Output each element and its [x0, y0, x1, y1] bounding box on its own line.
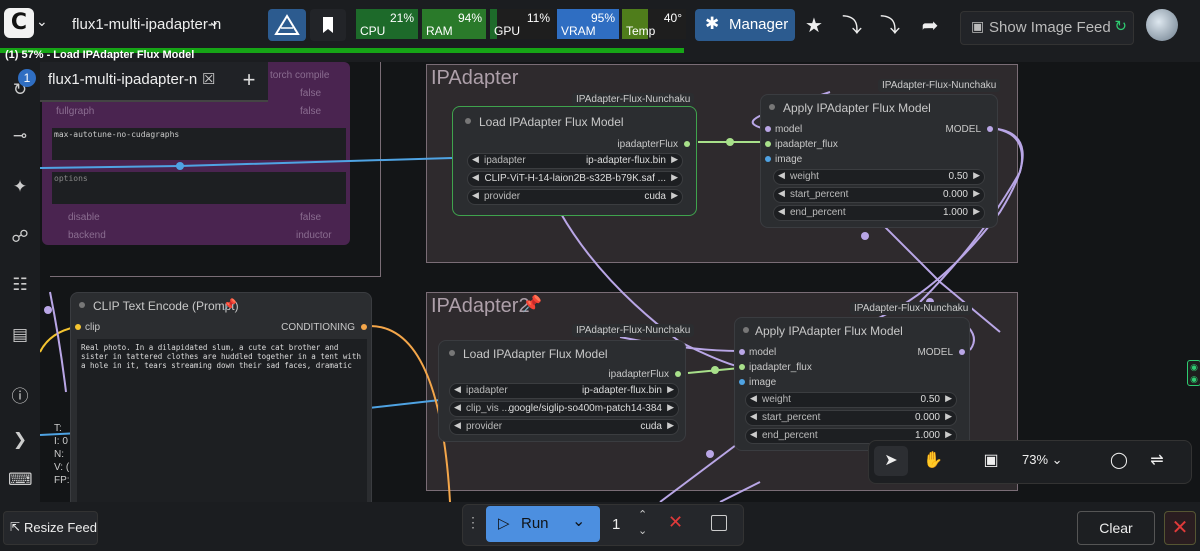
- stop-square-icon[interactable]: [711, 515, 727, 531]
- clip-input-slot[interactable]: [75, 324, 81, 330]
- workflow-title[interactable]: flux1-multi-ipadapter-n: [72, 16, 221, 33]
- provider-combo[interactable]: ◀ provider cuda ▶: [449, 419, 679, 435]
- model-output-slot[interactable]: [959, 349, 965, 355]
- clip-vision-combo[interactable]: ◀ clip_vis ... google/siglip-so400m-patch1…: [449, 401, 679, 417]
- node-collapse-dot[interactable]: [743, 327, 749, 333]
- lightbulb-icon[interactable]: ◯: [1104, 446, 1134, 476]
- link-toggle-icon[interactable]: ◉ ◉: [1187, 360, 1200, 386]
- terminal-icon[interactable]: ❯: [8, 428, 32, 452]
- gpu-meter: 11% GPU: [490, 9, 554, 39]
- image-input-slot[interactable]: [739, 379, 745, 385]
- provider-combo[interactable]: ◀ provider cuda ▶: [467, 189, 683, 205]
- ipadapter-input-slot[interactable]: [739, 364, 745, 370]
- end-percent-widget[interactable]: ◀ end_percent 1.000 ▶: [773, 205, 985, 221]
- refresh-icon: ↻: [1114, 18, 1127, 35]
- node-badge: IPAdapter-Flux-Nunchaku: [572, 93, 695, 106]
- fit-view-icon[interactable]: ▣: [974, 446, 1008, 476]
- image-input-slot[interactable]: [765, 156, 771, 162]
- start-percent-widget[interactable]: ◀ start_percent 0.000 ▶: [773, 187, 985, 203]
- hide-links-icon[interactable]: ⇌: [1142, 446, 1172, 476]
- vram-meter: 95% VRAM: [557, 9, 619, 39]
- puzzle-icon: ✱: [705, 14, 720, 33]
- comfy-logo[interactable]: C: [4, 8, 34, 38]
- node-badge: IPAdapter-Flux-Nunchaku: [850, 302, 973, 315]
- load-ipadapter-node-1[interactable]: Load IPAdapter Flux Model ipadapterFlux …: [452, 106, 697, 216]
- node-badge: IPAdapter-Flux-Nunchaku: [878, 79, 1001, 92]
- star-icon[interactable]: ★: [800, 11, 828, 39]
- cpu-meter: 21% CPU: [356, 9, 418, 39]
- node-collapse-dot[interactable]: [769, 104, 775, 110]
- avatar[interactable]: [1146, 9, 1178, 41]
- queue-icon[interactable]: ▤: [8, 323, 32, 347]
- share-icon[interactable]: ➦: [916, 11, 944, 39]
- apply-ipadapter-node-1[interactable]: Apply IPAdapter Flux Model model MODEL i…: [760, 94, 998, 228]
- keyboard-icon[interactable]: ⌨: [8, 468, 33, 492]
- select-cursor-icon[interactable]: ➤: [874, 446, 908, 476]
- model-input-slot[interactable]: [739, 349, 745, 355]
- tab-count-badge: 1: [18, 69, 36, 87]
- clip-text-encode-node[interactable]: CLIP Text Encode (Prompt) 📌 clip CONDITI…: [70, 292, 372, 502]
- model-library-icon[interactable]: ✦: [8, 175, 32, 199]
- close-tab-icon[interactable]: ☒: [202, 70, 215, 88]
- run-button[interactable]: ▷ Run ⌄: [486, 506, 600, 542]
- node-collapse-dot[interactable]: [465, 118, 471, 124]
- node-badge: IPAdapter-Flux-Nunchaku: [572, 324, 695, 337]
- workflows-icon[interactable]: ☍: [8, 225, 32, 249]
- resize-feed-button[interactable]: ⇱ Resize Feed: [3, 511, 98, 545]
- conditioning-output-slot[interactable]: [361, 324, 367, 330]
- ipadapter-combo[interactable]: ◀ ipadapter ip-adapter-flux.bin ▶: [449, 383, 679, 399]
- ipadapter-combo[interactable]: ◀ ipadapter ip-adapter-flux.bin ▶: [467, 153, 683, 169]
- free-memory-icon[interactable]: ⤵: [876, 11, 904, 39]
- progress-text: (1) 57% - Load IPAdapter Flux Model: [5, 49, 195, 61]
- help-icon[interactable]: ⓘ: [8, 385, 32, 409]
- chevron-down-icon[interactable]: ⌄: [36, 13, 48, 30]
- show-image-feed-button[interactable]: ▣ Show Image Feed ↻: [960, 11, 1134, 45]
- apply-ipadapter-node-2[interactable]: Apply IPAdapter Flux Model model MODEL i…: [734, 317, 970, 451]
- partial-info-panel: T: I: 0 N: V: (FP:: [54, 423, 70, 486]
- output-slot[interactable]: [675, 371, 681, 377]
- node-library-icon[interactable]: ⊸: [8, 124, 32, 148]
- node-canvas[interactable]: torch compile dynamic false fullgraph fa…: [40, 62, 1200, 502]
- temp-meter: 40° Temp: [622, 9, 686, 39]
- start-percent-widget[interactable]: ◀ start_percent 0.000 ▶: [745, 410, 957, 426]
- clip-vision-combo[interactable]: ◀ CLIP-ViT-H-14-laion2B-s32B-b79K.saf ...…: [467, 171, 683, 187]
- templates-icon[interactable]: ☷: [8, 273, 32, 297]
- clear-button[interactable]: Clear: [1077, 511, 1155, 545]
- batch-count-input[interactable]: 1: [612, 516, 620, 533]
- image-icon: ▣: [971, 18, 985, 34]
- play-icon: ▷: [498, 515, 510, 532]
- unload-models-icon[interactable]: ⤵: [838, 11, 866, 39]
- hand-pan-icon[interactable]: ✋: [916, 446, 950, 476]
- node-collapse-dot[interactable]: [449, 350, 455, 356]
- weight-widget[interactable]: ◀ weight 0.50 ▶: [745, 392, 957, 408]
- pin-icon: 📌: [223, 299, 237, 311]
- chevron-down-icon: ⌄: [1051, 452, 1063, 467]
- new-tab-plus-icon[interactable]: +: [230, 62, 268, 100]
- cancel-x-icon[interactable]: ✕: [668, 512, 683, 533]
- chevron-down-icon[interactable]: ⌄: [572, 511, 585, 531]
- output-slot[interactable]: [684, 141, 690, 147]
- zoom-dropdown[interactable]: 73% ⌄: [1022, 452, 1063, 468]
- manager-button[interactable]: ✱ Manager: [695, 9, 795, 41]
- workflow-menu-chevron-icon[interactable]: ⌄: [208, 13, 220, 30]
- bookmark-icon[interactable]: [310, 9, 346, 41]
- node-collapse-dot[interactable]: [79, 302, 85, 308]
- batch-stepper[interactable]: ⌃ ⌄: [638, 507, 647, 539]
- ram-meter: 94% RAM: [422, 9, 486, 39]
- model-output-slot[interactable]: [987, 126, 993, 132]
- ipadapter-input-slot[interactable]: [765, 141, 771, 147]
- prompt-textarea[interactable]: Real photo. In a dilapidated slum, a cut…: [77, 339, 367, 502]
- triangle-ruler-icon[interactable]: [268, 9, 306, 41]
- weight-widget[interactable]: ◀ weight 0.50 ▶: [773, 169, 985, 185]
- close-feed-icon[interactable]: ✕: [1164, 511, 1196, 545]
- model-input-slot[interactable]: [765, 126, 771, 132]
- load-ipadapter-node-2[interactable]: Load IPAdapter Flux Model ipadapterFlux …: [438, 340, 686, 442]
- resize-icon: ⇱: [10, 520, 21, 534]
